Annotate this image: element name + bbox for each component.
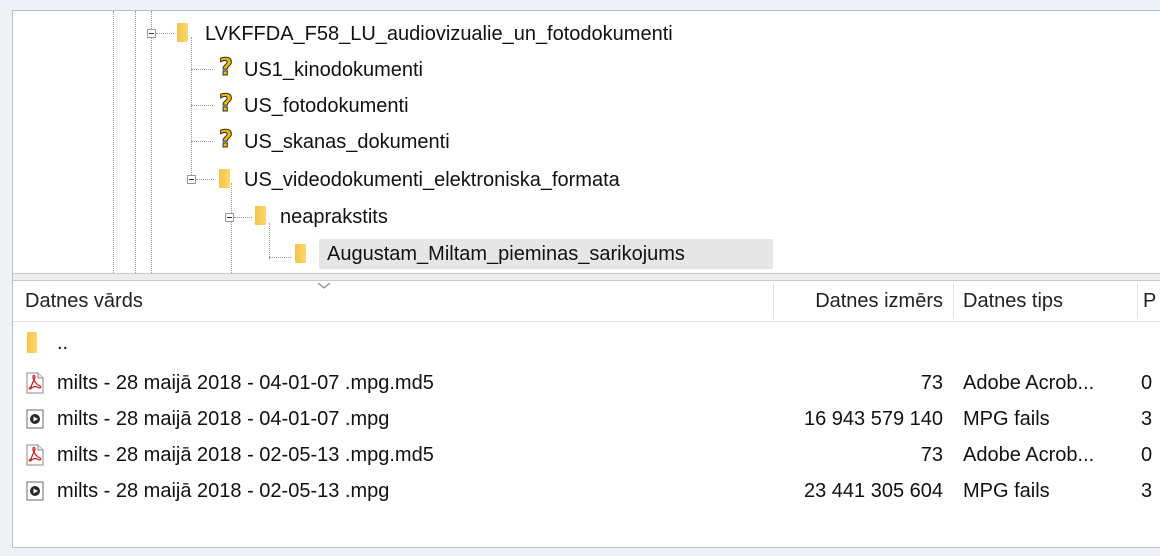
question-mark-icon: ?: [219, 89, 234, 117]
file-name: ..: [57, 332, 69, 354]
file-size: 73: [920, 444, 943, 466]
tree-connector: [191, 141, 213, 142]
question-mark-icon: ?: [219, 125, 234, 153]
sort-chevron-icon: [317, 282, 331, 289]
file-type: MPG fails: [963, 480, 1050, 502]
file-list[interactable]: Datnes vārds Datnes izmērs Datnes tips P…: [13, 281, 1160, 547]
tree-node-label[interactable]: US1_kinodokumenti: [244, 57, 423, 83]
file-type: Adobe Acrob...: [963, 372, 1095, 394]
tree-connector: [191, 105, 213, 106]
tree-guide: [113, 11, 114, 273]
tree-guide: [151, 11, 152, 273]
tree-guide: [191, 37, 192, 183]
folder-icon: [219, 169, 230, 188]
file-extra: 3: [1141, 408, 1153, 430]
collapse-toggle[interactable]: [225, 213, 234, 222]
collapse-toggle[interactable]: [147, 29, 156, 38]
pdf-file-icon: [26, 444, 44, 466]
column-divider[interactable]: [953, 283, 954, 319]
tree-connector: [191, 69, 213, 70]
file-name: milts - 28 maijā 2018 - 04-01-07 .mpg: [57, 408, 390, 430]
folder-icon: [27, 332, 37, 353]
column-divider[interactable]: [773, 283, 774, 319]
video-file-icon: [26, 409, 44, 429]
table-row[interactable]: milts - 28 maijā 2018 - 02-05-13 .mpg 23…: [13, 473, 1160, 509]
column-divider[interactable]: [1137, 283, 1138, 319]
list-item-parent-dir[interactable]: ..: [13, 325, 1160, 361]
column-header-size[interactable]: Datnes izmērs: [777, 281, 943, 321]
tree-guide: [231, 183, 232, 273]
file-extra: 3: [1141, 480, 1153, 502]
file-type: Adobe Acrob...: [963, 444, 1095, 466]
tree-node-label[interactable]: LVKFFDA_F58_LU_audiovizualie_un_fotodoku…: [205, 21, 673, 47]
file-extra: 0: [1141, 372, 1153, 394]
pdf-file-icon: [26, 372, 44, 394]
collapse-toggle[interactable]: [187, 175, 196, 184]
table-row[interactable]: milts - 28 maijā 2018 - 04-01-07 .mpg 16…: [13, 401, 1160, 437]
pane-splitter[interactable]: [13, 273, 1160, 281]
folder-icon: [295, 244, 306, 263]
file-type: MPG fails: [963, 408, 1050, 430]
folder-icon: [177, 23, 188, 42]
question-mark-icon: ?: [219, 53, 234, 81]
tree-connector: [269, 257, 291, 258]
folder-tree[interactable]: LVKFFDA_F58_LU_audiovizualie_un_fotodoku…: [13, 11, 1160, 273]
column-header-extra[interactable]: P: [1143, 281, 1156, 321]
tree-connector: [234, 217, 252, 218]
file-size: 73: [920, 372, 943, 394]
tree-node-label[interactable]: US_videodokumenti_elektroniska_formata: [244, 167, 620, 193]
video-file-icon: [26, 481, 44, 501]
column-header-type[interactable]: Datnes tips: [963, 281, 1063, 321]
tree-connector: [156, 33, 174, 34]
tree-guide: [135, 11, 136, 273]
file-size: 23 441 305 604: [803, 480, 943, 502]
file-name: milts - 28 maijā 2018 - 02-05-13 .mpg.md…: [57, 444, 434, 466]
file-name: milts - 28 maijā 2018 - 02-05-13 .mpg: [57, 480, 390, 502]
file-name: milts - 28 maijā 2018 - 04-01-07 .mpg.md…: [57, 372, 434, 394]
folder-icon: [255, 206, 266, 225]
file-size: 16 943 579 140: [803, 408, 943, 430]
tree-node-label[interactable]: Augustam_Miltam_pieminas_sarikojums: [327, 241, 685, 267]
table-row[interactable]: milts - 28 maijā 2018 - 04-01-07 .mpg.md…: [13, 365, 1160, 401]
table-row[interactable]: milts - 28 maijā 2018 - 02-05-13 .mpg.md…: [13, 437, 1160, 473]
explorer-window: LVKFFDA_F58_LU_audiovizualie_un_fotodoku…: [12, 10, 1160, 548]
tree-node-label[interactable]: US_skanas_dokumenti: [244, 129, 450, 155]
column-header-name[interactable]: Datnes vārds: [25, 281, 143, 321]
tree-node-label[interactable]: US_fotodokumenti: [244, 93, 409, 119]
tree-connector: [196, 179, 214, 180]
tree-node-label[interactable]: neaprakstits: [280, 204, 388, 230]
column-header-bar: Datnes vārds Datnes izmērs Datnes tips P: [13, 281, 1160, 322]
tree-guide: [269, 223, 270, 259]
file-extra: 0: [1141, 444, 1153, 466]
